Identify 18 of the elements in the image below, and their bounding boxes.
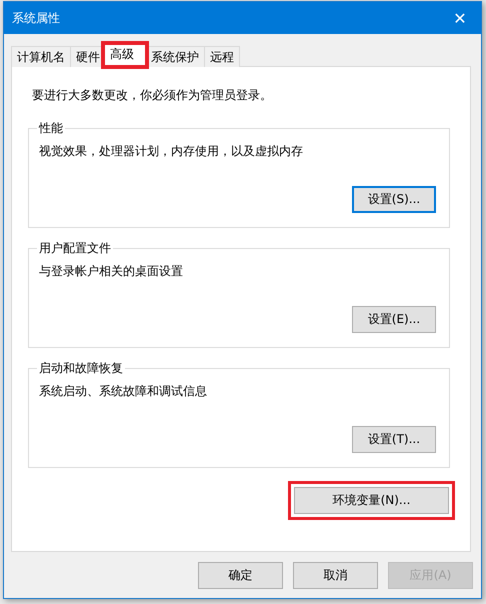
- dialog-button[interactable]: 确定: [198, 562, 283, 589]
- environment-variables-button[interactable]: 环境变量(N)...: [294, 487, 449, 514]
- group-description: 系统启动、系统故障和调试信息: [39, 383, 208, 399]
- window-title: 系统属性: [12, 10, 60, 26]
- close-button[interactable]: ✕: [449, 8, 471, 28]
- tab[interactable]: 远程: [204, 46, 240, 67]
- settings-button[interactable]: 设置(S)...: [352, 186, 436, 213]
- tab[interactable]: 计算机名: [11, 46, 71, 67]
- group-title: 启动和故障恢复: [37, 360, 125, 376]
- group-title: 用户配置文件: [37, 240, 113, 256]
- group-description: 与登录帐户相关的桌面设置: [39, 263, 184, 279]
- admin-notice: 要进行大多数更改，你必须作为管理员登录。: [32, 87, 273, 103]
- tab[interactable]: 高级: [103, 43, 147, 67]
- settings-button[interactable]: 设置(T)...: [352, 426, 436, 453]
- group-title: 性能: [37, 120, 65, 136]
- group-description: 视觉效果，处理器计划，内存使用，以及虚拟内存: [39, 143, 304, 159]
- dialog-button[interactable]: 取消: [293, 562, 378, 589]
- settings-button[interactable]: 设置(E)...: [352, 306, 436, 333]
